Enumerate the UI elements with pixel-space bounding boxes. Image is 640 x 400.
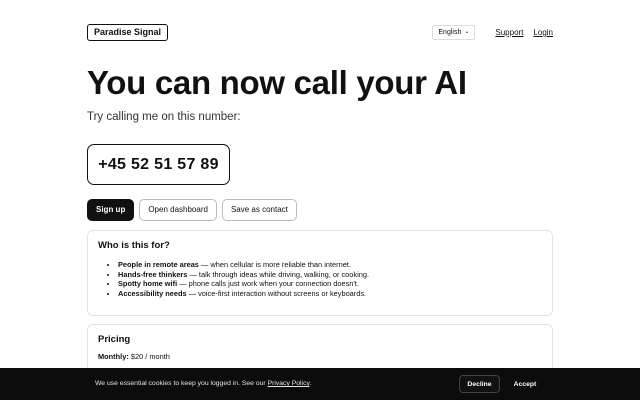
pricing-monthly: Monthly: $20 / month bbox=[98, 352, 542, 361]
list-item-text: — voice-first interaction without screen… bbox=[186, 288, 367, 298]
login-link[interactable]: Login bbox=[533, 28, 553, 37]
list-item: Spotty home wifi — phone calls just work… bbox=[118, 279, 542, 289]
audience-card: Who is this for? People in remote areas … bbox=[87, 230, 553, 316]
language-select[interactable]: English ⌄ bbox=[432, 25, 476, 40]
top-bar: Paradise Signal English ⌄ Support Login bbox=[87, 24, 553, 42]
page-title: You can now call your AI bbox=[87, 64, 467, 101]
accept-button[interactable]: Accept bbox=[506, 375, 544, 393]
cookie-banner: We use essential cookies to keep you log… bbox=[0, 368, 640, 400]
cookie-text-end: . bbox=[309, 380, 312, 387]
phone-number[interactable]: +45 52 51 57 89 bbox=[87, 144, 230, 185]
support-link[interactable]: Support bbox=[495, 28, 523, 37]
list-item-bold: People in remote areas bbox=[118, 260, 199, 269]
cookie-text: We use essential cookies to keep you log… bbox=[95, 380, 268, 387]
pricing-title: Pricing bbox=[98, 334, 131, 345]
hero-subtitle: Try calling me on this number: bbox=[87, 111, 241, 123]
cookie-message: We use essential cookies to keep you log… bbox=[95, 380, 311, 387]
chevron-down-icon: ⌄ bbox=[464, 29, 470, 35]
privacy-policy-link[interactable]: Privacy Policy bbox=[268, 380, 310, 387]
list-item-text: — phone calls just work when your connec… bbox=[177, 279, 359, 289]
top-nav: English ⌄ Support Login bbox=[432, 25, 553, 40]
pricing-monthly-label: Monthly: bbox=[98, 352, 129, 361]
save-contact-button[interactable]: Save as contact bbox=[221, 199, 297, 221]
audience-list: People in remote areas — when cellular i… bbox=[98, 260, 542, 298]
list-item-text: — talk through ideas while driving, walk… bbox=[187, 269, 369, 279]
list-item-text: — when cellular is more reliable than in… bbox=[198, 260, 351, 269]
decline-button[interactable]: Decline bbox=[459, 375, 500, 393]
language-label: English bbox=[438, 29, 462, 36]
open-dashboard-button[interactable]: Open dashboard bbox=[139, 199, 217, 221]
brand-logo[interactable]: Paradise Signal bbox=[87, 24, 169, 41]
list-item-bold: Hands-free thinkers bbox=[118, 269, 188, 279]
list-item: Hands-free thinkers — talk through ideas… bbox=[118, 270, 542, 280]
list-item-bold: Spotty home wifi bbox=[118, 279, 178, 289]
audience-title: Who is this for? bbox=[98, 240, 170, 251]
sign-up-button[interactable]: Sign up bbox=[87, 199, 135, 221]
pricing-monthly-value: $20 / month bbox=[128, 352, 170, 361]
list-item-bold: Accessibility needs bbox=[118, 288, 187, 298]
list-item: People in remote areas — when cellular i… bbox=[118, 260, 542, 270]
list-item: Accessibility needs — voice-first intera… bbox=[118, 289, 542, 299]
action-buttons: Sign up Open dashboard Save as contact bbox=[87, 199, 297, 221]
